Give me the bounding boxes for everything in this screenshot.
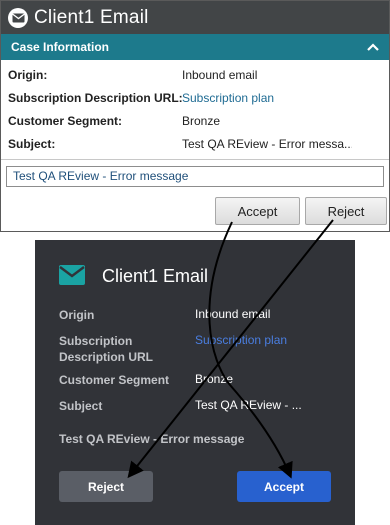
field-label: Subscription Description URL [59,334,154,364]
field-row-customer-segment: Customer Segment: Bronze [1,110,389,132]
envelope-icon [59,265,85,285]
subject-field[interactable]: Test QA REview - Error message [6,166,384,187]
accept-button[interactable]: Accept [215,197,300,225]
field-label: Origin [59,308,95,322]
chevron-up-icon[interactable] [367,40,379,54]
case-information-header[interactable]: Case Information [1,34,389,60]
field-value: Bronze [195,372,234,386]
envelope-icon [8,7,28,28]
field-row-subscription-url: Subscription Description URL: Subscripti… [1,87,389,109]
field-value: Inbound email [195,307,271,321]
field-row-origin: Origin: Inbound email [1,64,389,86]
field-value: Test QA REview - ... [195,398,302,412]
subscription-plan-link[interactable]: Subscription plan [182,91,352,105]
field-value: Test QA REview - Error messa... [182,137,352,151]
reject-button[interactable]: Reject [59,471,153,502]
subscription-plan-link[interactable]: Subscription plan [195,333,287,347]
window-title: Client1 Email [34,6,149,28]
light-email-window: Client1 Email Case Information Origin: I… [0,0,390,232]
field-label: Customer Segment [59,373,170,387]
reject-button[interactable]: Reject [305,197,387,225]
subject-text: Test QA REview - Error message [59,432,245,446]
dark-email-window: Client1 Email Origin Inbound email Subsc… [35,240,355,525]
field-value: Inbound email [182,68,258,82]
field-label: Origin: [8,68,48,82]
field-row-subject: Subject: Test QA REview - Error messa... [1,133,389,155]
accept-button[interactable]: Accept [237,471,331,502]
field-label: Customer Segment: [8,114,123,128]
field-label: Subscription Description URL: [8,91,183,105]
field-label: Subject: [8,137,56,151]
section-title: Case Information [11,40,110,54]
case-information-body: Origin: Inbound email Subscription Descr… [1,60,389,160]
field-value: Bronze [182,114,221,128]
title-bar: Client1 Email [1,1,389,34]
window-title: Client1 Email [102,266,209,286]
field-label: Subject [59,399,103,413]
